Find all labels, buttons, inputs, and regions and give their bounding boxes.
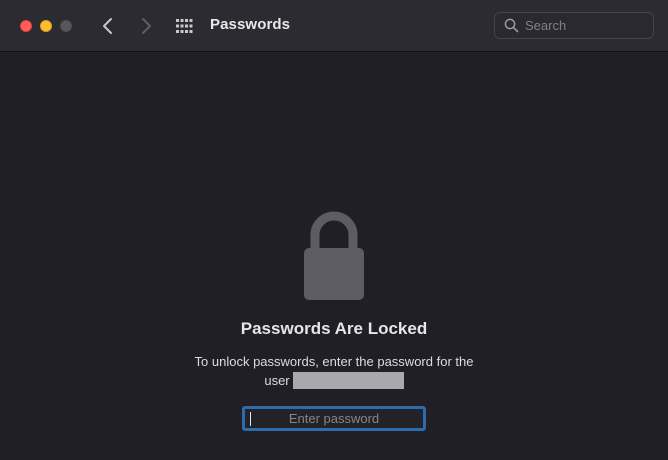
password-input[interactable] bbox=[245, 409, 423, 428]
search-field[interactable] bbox=[494, 12, 654, 39]
zoom-window-button[interactable] bbox=[60, 20, 72, 32]
redacted-username bbox=[292, 372, 404, 389]
lock-icon bbox=[304, 211, 364, 300]
forward-button[interactable] bbox=[134, 14, 158, 38]
back-button[interactable] bbox=[96, 14, 120, 38]
window-title: Passwords bbox=[210, 16, 291, 33]
password-field[interactable] bbox=[242, 406, 426, 431]
toolbar: Passwords bbox=[0, 0, 668, 52]
search-input[interactable] bbox=[525, 16, 645, 35]
chevron-right-icon bbox=[142, 18, 151, 34]
system-preferences-window: Passwords Passwords Are Locked To unlock… bbox=[0, 0, 668, 460]
chevron-left-icon bbox=[103, 18, 112, 34]
show-all-grid-icon bbox=[176, 19, 193, 33]
show-all-button[interactable] bbox=[174, 16, 196, 36]
unlock-message: To unlock passwords, enter the password … bbox=[184, 352, 484, 390]
minimize-window-button[interactable] bbox=[40, 20, 52, 32]
search-icon bbox=[504, 18, 519, 33]
close-window-button[interactable] bbox=[20, 20, 32, 32]
locked-headline: Passwords Are Locked bbox=[240, 319, 428, 338]
